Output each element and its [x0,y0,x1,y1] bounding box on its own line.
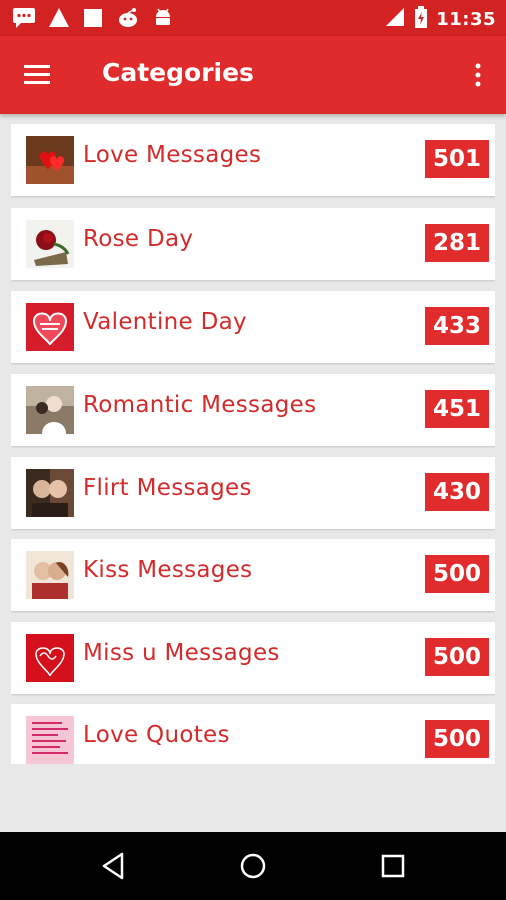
category-label: Valentine Day [83,309,247,335]
chat-icon [12,7,36,33]
clock: 11:35 [436,8,496,30]
category-label: Flirt Messages [83,475,252,501]
category-item-miss-u-messages[interactable]: Miss u Messages 500 [11,622,495,694]
category-count-badge: 500 [425,555,489,593]
home-icon[interactable] [237,850,269,882]
recents-icon[interactable] [377,850,409,882]
couple-thumbnail [26,386,74,434]
category-count-badge: 281 [425,224,489,262]
category-item-love-quotes[interactable]: Love Quotes 500 [11,704,495,764]
category-count-badge: 500 [425,720,489,758]
category-list: Love Messages 501 Rose Day 281 Valentine… [11,124,495,764]
valentine-heart-thumbnail [26,303,74,351]
android-icon [152,7,174,33]
status-bar: 11:35 [0,0,506,36]
quotes-thumbnail [26,716,74,764]
category-count-badge: 500 [425,638,489,676]
hearts-thumbnail [26,136,74,184]
back-icon[interactable] [98,850,130,882]
warning-icon [48,7,70,33]
category-label: Kiss Messages [83,557,253,583]
reddit-icon [116,7,140,33]
battery-icon [414,6,428,32]
category-item-kiss-messages[interactable]: Kiss Messages 500 [11,539,495,611]
category-label: Miss u Messages [83,640,280,666]
page-title: Categories [102,58,254,87]
more-vert-icon[interactable] [468,60,488,90]
system-nav-bar [0,832,506,900]
category-count-badge: 430 [425,473,489,511]
category-label: Romantic Messages [83,392,317,418]
category-item-love-messages[interactable]: Love Messages 501 [11,124,495,196]
miss-you-thumbnail [26,634,74,682]
app-bar: Categories [0,36,506,114]
category-item-romantic-messages[interactable]: Romantic Messages 451 [11,374,495,446]
category-item-rose-day[interactable]: Rose Day 281 [11,208,495,280]
flirt-couple-thumbnail [26,469,74,517]
kiss-thumbnail [26,551,74,599]
category-label: Love Messages [83,142,262,168]
category-item-valentine-day[interactable]: Valentine Day 433 [11,291,495,363]
category-count-badge: 501 [425,140,489,178]
square-icon [82,7,104,33]
category-label: Love Quotes [83,722,230,748]
category-item-flirt-messages[interactable]: Flirt Messages 430 [11,457,495,529]
menu-icon[interactable] [20,60,58,90]
category-label: Rose Day [83,226,194,252]
signal-icon [384,7,406,31]
category-count-badge: 451 [425,390,489,428]
rose-thumbnail [26,220,74,268]
category-count-badge: 433 [425,307,489,345]
